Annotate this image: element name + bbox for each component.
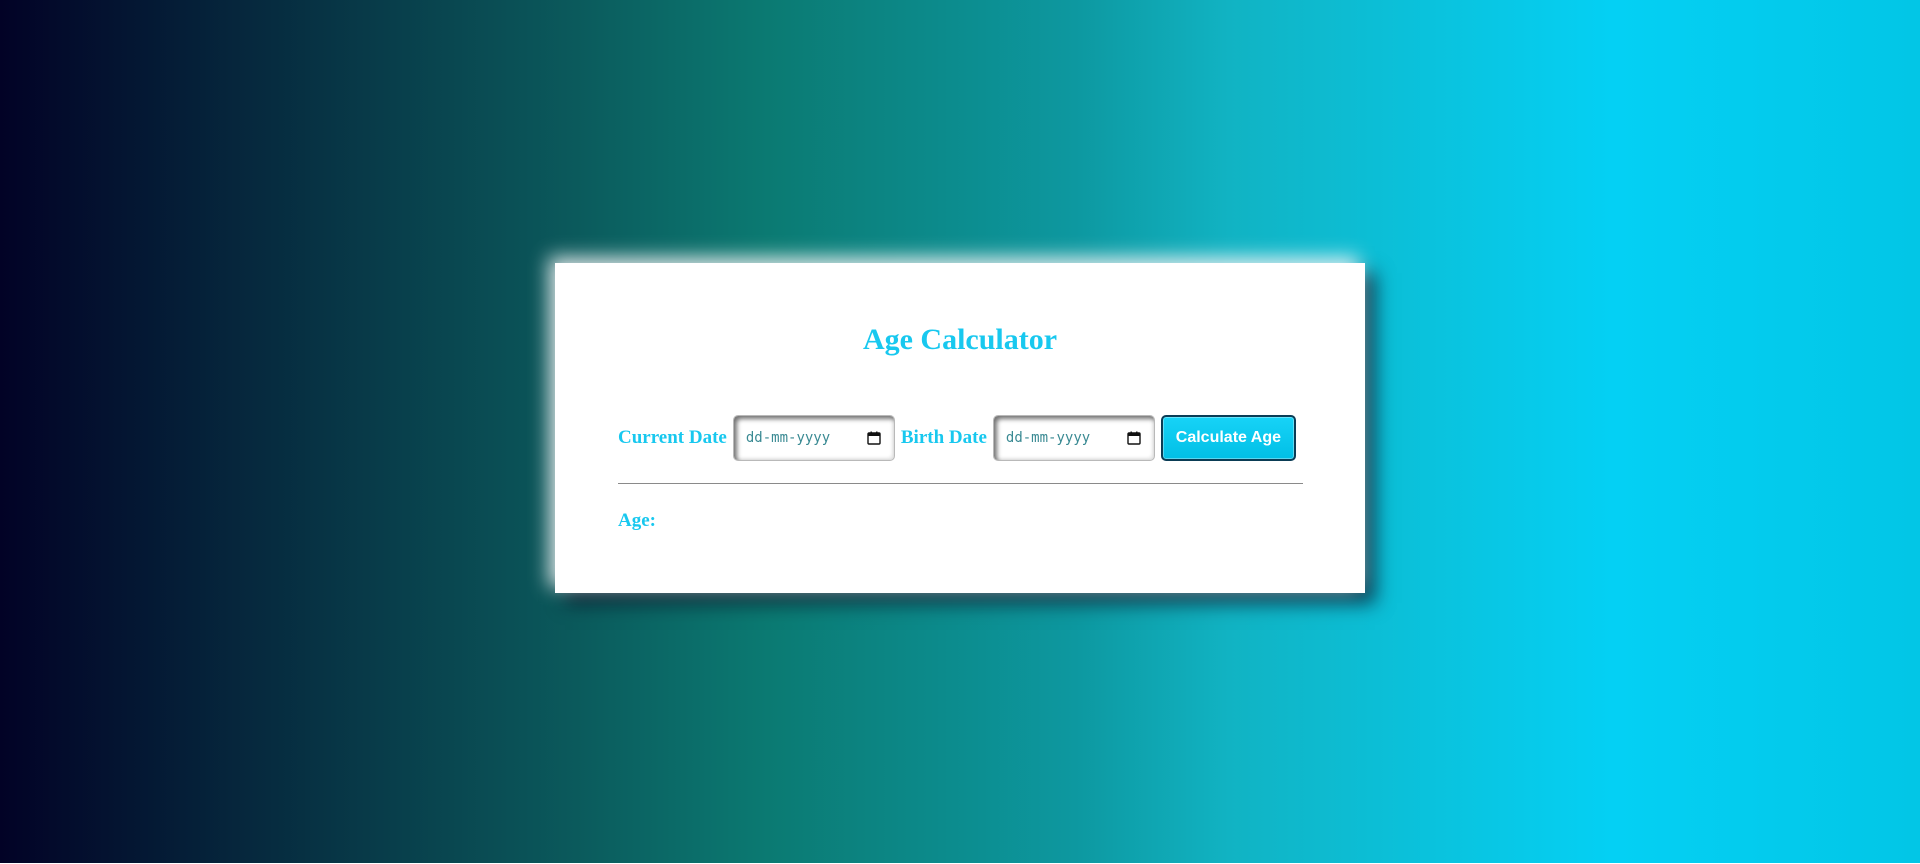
birth-date-placeholder: dd-mm-yyyy xyxy=(1005,430,1091,446)
current-date-input[interactable]: dd-mm-yyyy xyxy=(732,415,895,461)
page-background: Age Calculator Current Date dd-mm-yyyy B… xyxy=(0,0,1920,863)
calendar-icon[interactable] xyxy=(1127,431,1141,445)
calculate-age-button[interactable]: Calculate Age xyxy=(1160,415,1296,461)
current-date-label: Current Date xyxy=(618,427,727,448)
age-result: Age: xyxy=(618,510,656,532)
birth-date-label: Birth Date xyxy=(900,427,987,448)
age-calculator-card: Age Calculator Current Date dd-mm-yyyy B… xyxy=(555,263,1365,593)
page-title: Age Calculator xyxy=(862,323,1058,356)
current-date-placeholder: dd-mm-yyyy xyxy=(745,430,831,446)
date-form: Current Date dd-mm-yyyy Birth Date dd-mm… xyxy=(618,414,1296,462)
calendar-icon[interactable] xyxy=(867,431,881,445)
divider xyxy=(618,483,1303,484)
birth-date-input[interactable]: dd-mm-yyyy xyxy=(992,415,1155,461)
age-result-label: Age: xyxy=(618,510,656,531)
